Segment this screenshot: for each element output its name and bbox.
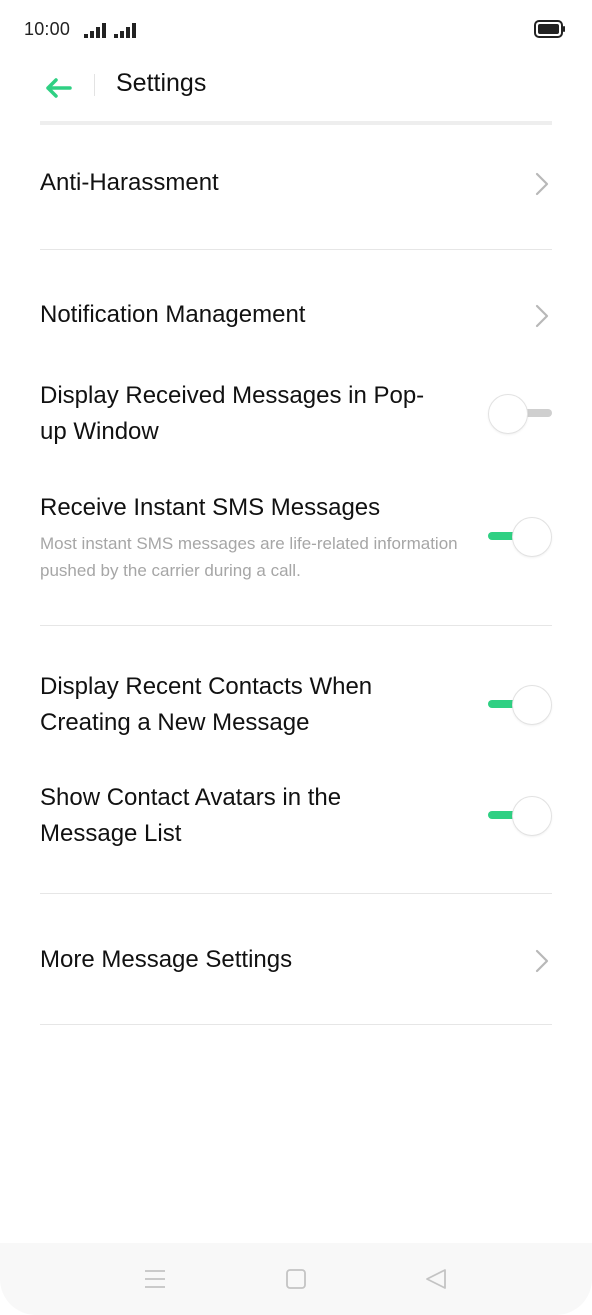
divider	[40, 625, 552, 626]
page-title: Settings	[116, 69, 207, 97]
recent-contacts-toggle[interactable]	[488, 685, 552, 725]
toggle-knob	[488, 394, 528, 434]
recent-contacts-item: Display Recent Contacts When Creating a …	[40, 669, 552, 743]
chevron-right-icon	[535, 172, 549, 196]
navigation-bar	[0, 1243, 592, 1315]
contact-avatars-item: Show Contact Avatars in the Message List	[40, 780, 552, 854]
divider	[40, 1024, 552, 1025]
status-bar: 10:00	[0, 0, 592, 60]
popup-window-label: Display Received Messages in Pop-up Wind…	[40, 382, 425, 445]
toggle-knob	[512, 517, 552, 557]
nav-home-button[interactable]	[282, 1265, 310, 1293]
instant-sms-label: Receive Instant SMS Messages	[40, 494, 381, 521]
menu-icon	[145, 1270, 165, 1288]
more-message-settings-label: More Message Settings	[40, 946, 293, 973]
popup-window-toggle[interactable]	[488, 394, 552, 434]
contact-avatars-toggle[interactable]	[488, 796, 552, 836]
signal-strength-icon-2	[114, 23, 136, 38]
divider	[40, 249, 552, 250]
notification-management-item[interactable]: Notification Management	[40, 297, 552, 337]
home-square-icon	[286, 1269, 306, 1289]
instant-sms-item: Receive Instant SMS Messages Most instan…	[40, 490, 552, 590]
header-divider	[94, 74, 95, 96]
recent-contacts-label: Display Recent Contacts When Creating a …	[40, 673, 373, 736]
chevron-right-icon	[535, 304, 549, 328]
back-triangle-icon	[426, 1269, 446, 1289]
instant-sms-toggle[interactable]	[488, 517, 552, 557]
nav-back-button[interactable]	[422, 1265, 450, 1293]
popup-window-item: Display Received Messages in Pop-up Wind…	[40, 378, 552, 452]
signal-strength-icon	[84, 23, 106, 38]
notification-management-label: Notification Management	[40, 301, 306, 328]
chevron-right-icon	[535, 949, 549, 973]
back-button[interactable]	[36, 66, 80, 110]
anti-harassment-item[interactable]: Anti-Harassment	[40, 165, 552, 205]
battery-icon	[534, 20, 565, 38]
instant-sms-description: Most instant SMS messages are life-relat…	[40, 534, 458, 580]
header: Settings	[0, 60, 592, 112]
status-time: 10:00	[24, 19, 71, 39]
nav-menu-button[interactable]	[141, 1265, 169, 1293]
toggle-knob	[512, 685, 552, 725]
toggle-knob	[512, 796, 552, 836]
arrow-left-icon	[46, 78, 72, 98]
divider	[40, 893, 552, 894]
anti-harassment-label: Anti-Harassment	[40, 169, 219, 196]
top-rule	[40, 121, 552, 125]
more-message-settings-item[interactable]: More Message Settings	[40, 942, 552, 982]
contact-avatars-label: Show Contact Avatars in the Message List	[40, 784, 342, 847]
